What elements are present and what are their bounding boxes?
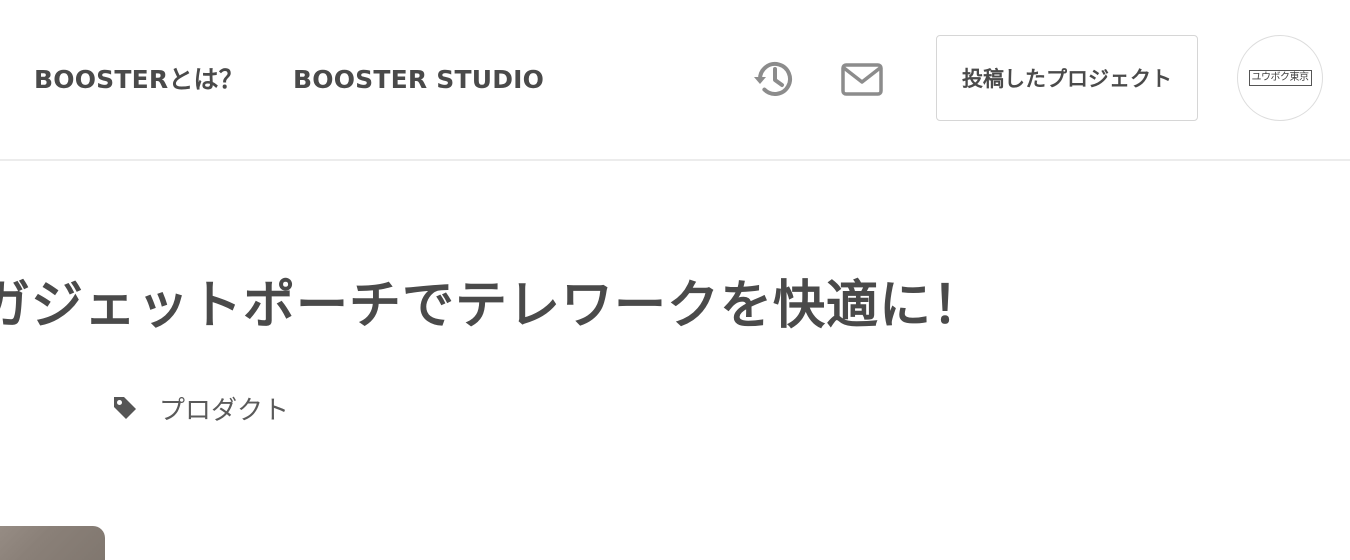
tag-label[interactable]: プロダクト: [159, 390, 289, 427]
history-button[interactable]: [751, 56, 797, 102]
mail-icon: [841, 63, 883, 96]
messages-button[interactable]: [839, 57, 885, 103]
tag-icon: [114, 397, 136, 419]
nav-link-booster-studio[interactable]: BOOSTER STUDIO: [293, 62, 544, 98]
avatar[interactable]: ユウボク東京: [1237, 35, 1323, 121]
history-icon: [754, 62, 792, 96]
posted-projects-button[interactable]: 投稿したプロジェクト: [936, 35, 1198, 121]
project-tag: プロダクト: [111, 389, 289, 427]
nav-link-about-booster[interactable]: BOOSTERとは？: [34, 62, 244, 98]
project-title: ガジェットポーチでテレワークを快適に！: [0, 276, 986, 336]
page: BOOSTERとは？ BOOSTER STUDIO 投稿したプロジェクト ユウボ…: [0, 0, 1350, 560]
project-image-thumbnail: [0, 526, 105, 560]
avatar-logo-text: ユウボク東京: [1248, 70, 1312, 86]
site-header: BOOSTERとは？ BOOSTER STUDIO 投稿したプロジェクト ユウボ…: [0, 0, 1350, 161]
